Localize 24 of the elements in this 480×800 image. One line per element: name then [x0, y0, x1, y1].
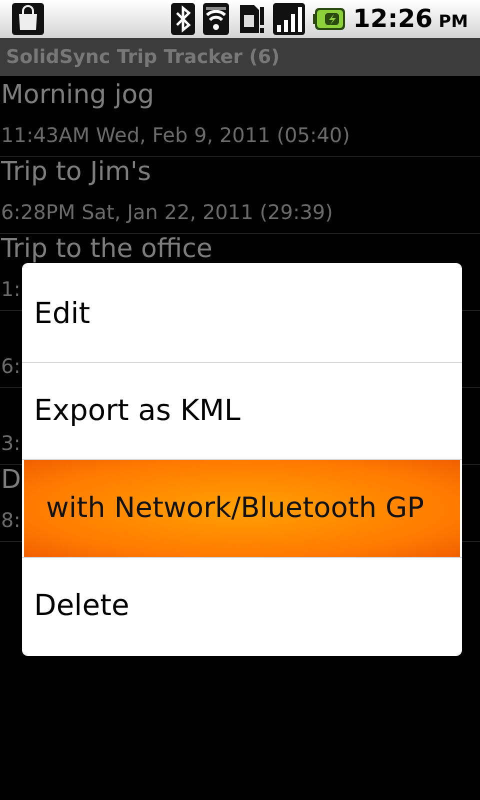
trip-row[interactable]: Trip to Jim's 6:28PM Sat, Jan 22, 2011 (29:39)	[0, 157, 480, 234]
shopping-bag-icon	[12, 3, 44, 35]
trip-title: Trip to Jim's	[1, 159, 152, 185]
wifi-icon	[203, 3, 230, 35]
trip-title: Morning jog	[1, 82, 154, 108]
trip-date: 11:43AM Wed, Feb 9, 2011 (05:40)	[1, 122, 350, 148]
menu-item[interactable]: with Network/Bluetooth GP	[24, 460, 460, 556]
trip-title: D	[1, 467, 22, 493]
trip-date: 8:	[1, 507, 20, 533]
battery-charging-icon	[313, 8, 346, 30]
trip-title: Trip to the office	[1, 236, 212, 262]
signal-icon	[273, 3, 306, 35]
app-title: SolidSync Trip Tracker (6)	[6, 44, 280, 70]
menu-item[interactable]: Delete	[22, 558, 462, 654]
trip-date: 3:	[1, 430, 20, 456]
clock: 12:26 PM	[353, 3, 468, 36]
trip-date: 6:28PM Sat, Jan 22, 2011 (29:39)	[1, 199, 333, 225]
sim-card-icon	[237, 3, 266, 35]
trip-date: 1:	[1, 276, 20, 302]
trip-row[interactable]: Morning jog 11:43AM Wed, Feb 9, 2011 (05:40)	[0, 80, 480, 157]
menu-item[interactable]: Edit	[22, 265, 462, 362]
trip-date: 6:	[1, 353, 20, 379]
bluetooth-icon	[171, 3, 196, 35]
menu-item[interactable]: Export as KML	[22, 362, 462, 459]
